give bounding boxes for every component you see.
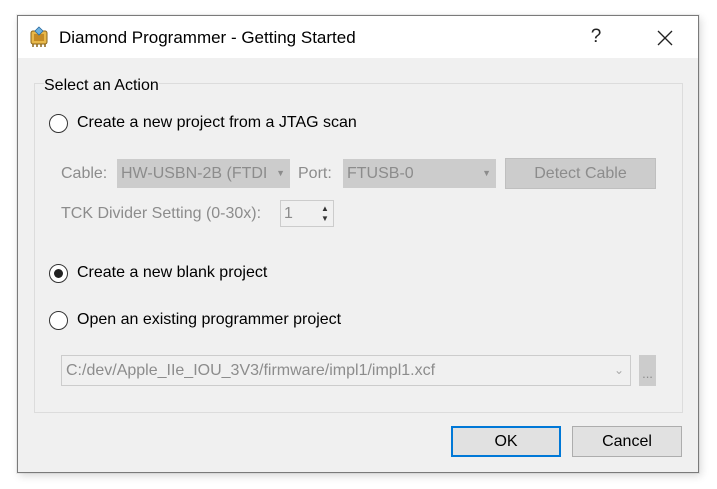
- cable-label: Cable:: [61, 165, 108, 182]
- chevron-down-icon: ⌄: [613, 363, 624, 377]
- title-bar: Diamond Programmer - Getting Started ?: [18, 16, 698, 58]
- port-select[interactable]: FTUSB-0 ▼: [343, 159, 496, 188]
- ok-button[interactable]: OK: [451, 426, 561, 457]
- close-icon: [657, 30, 673, 46]
- project-path-combo[interactable]: C:/dev/Apple_IIe_IOU_3V3/firmware/impl1/…: [61, 355, 631, 386]
- tck-divider-label: TCK Divider Setting (0-30x):: [61, 205, 262, 222]
- groupbox-legend: Select an Action: [44, 77, 159, 95]
- detect-cable-button[interactable]: Detect Cable: [505, 158, 656, 189]
- cancel-button[interactable]: Cancel: [572, 426, 682, 457]
- radio-open-existing[interactable]: [49, 311, 68, 330]
- tck-divider-value: 1: [284, 205, 293, 222]
- help-button[interactable]: ?: [578, 20, 614, 54]
- close-button[interactable]: [647, 21, 683, 55]
- port-label: Port:: [298, 165, 332, 182]
- diamond-programmer-icon: [30, 26, 48, 47]
- browse-button[interactable]: ...: [639, 355, 656, 386]
- port-select-value: FTUSB-0: [347, 165, 414, 182]
- chevron-down-icon: ▼: [276, 168, 285, 178]
- window-title: Diamond Programmer - Getting Started: [59, 28, 356, 47]
- cable-select[interactable]: HW-USBN-2B (FTDI ▼: [117, 159, 290, 188]
- tck-divider-spinbox[interactable]: 1 ▲ ▼: [280, 200, 334, 227]
- radio-jtag-scan-label[interactable]: Create a new project from a JTAG scan: [77, 114, 357, 132]
- chevron-down-icon: ▼: [482, 168, 491, 178]
- radio-blank-project-label[interactable]: Create a new blank project: [77, 264, 267, 282]
- spin-down-icon[interactable]: ▼: [319, 213, 331, 224]
- radio-blank-project[interactable]: [49, 264, 68, 283]
- dialog-window: Diamond Programmer - Getting Started ? S…: [17, 15, 699, 473]
- radio-open-existing-label[interactable]: Open an existing programmer project: [77, 311, 341, 329]
- cable-select-value: HW-USBN-2B (FTDI: [121, 165, 268, 182]
- project-path-value: C:/dev/Apple_IIe_IOU_3V3/firmware/impl1/…: [66, 362, 436, 379]
- radio-jtag-scan[interactable]: [49, 114, 68, 133]
